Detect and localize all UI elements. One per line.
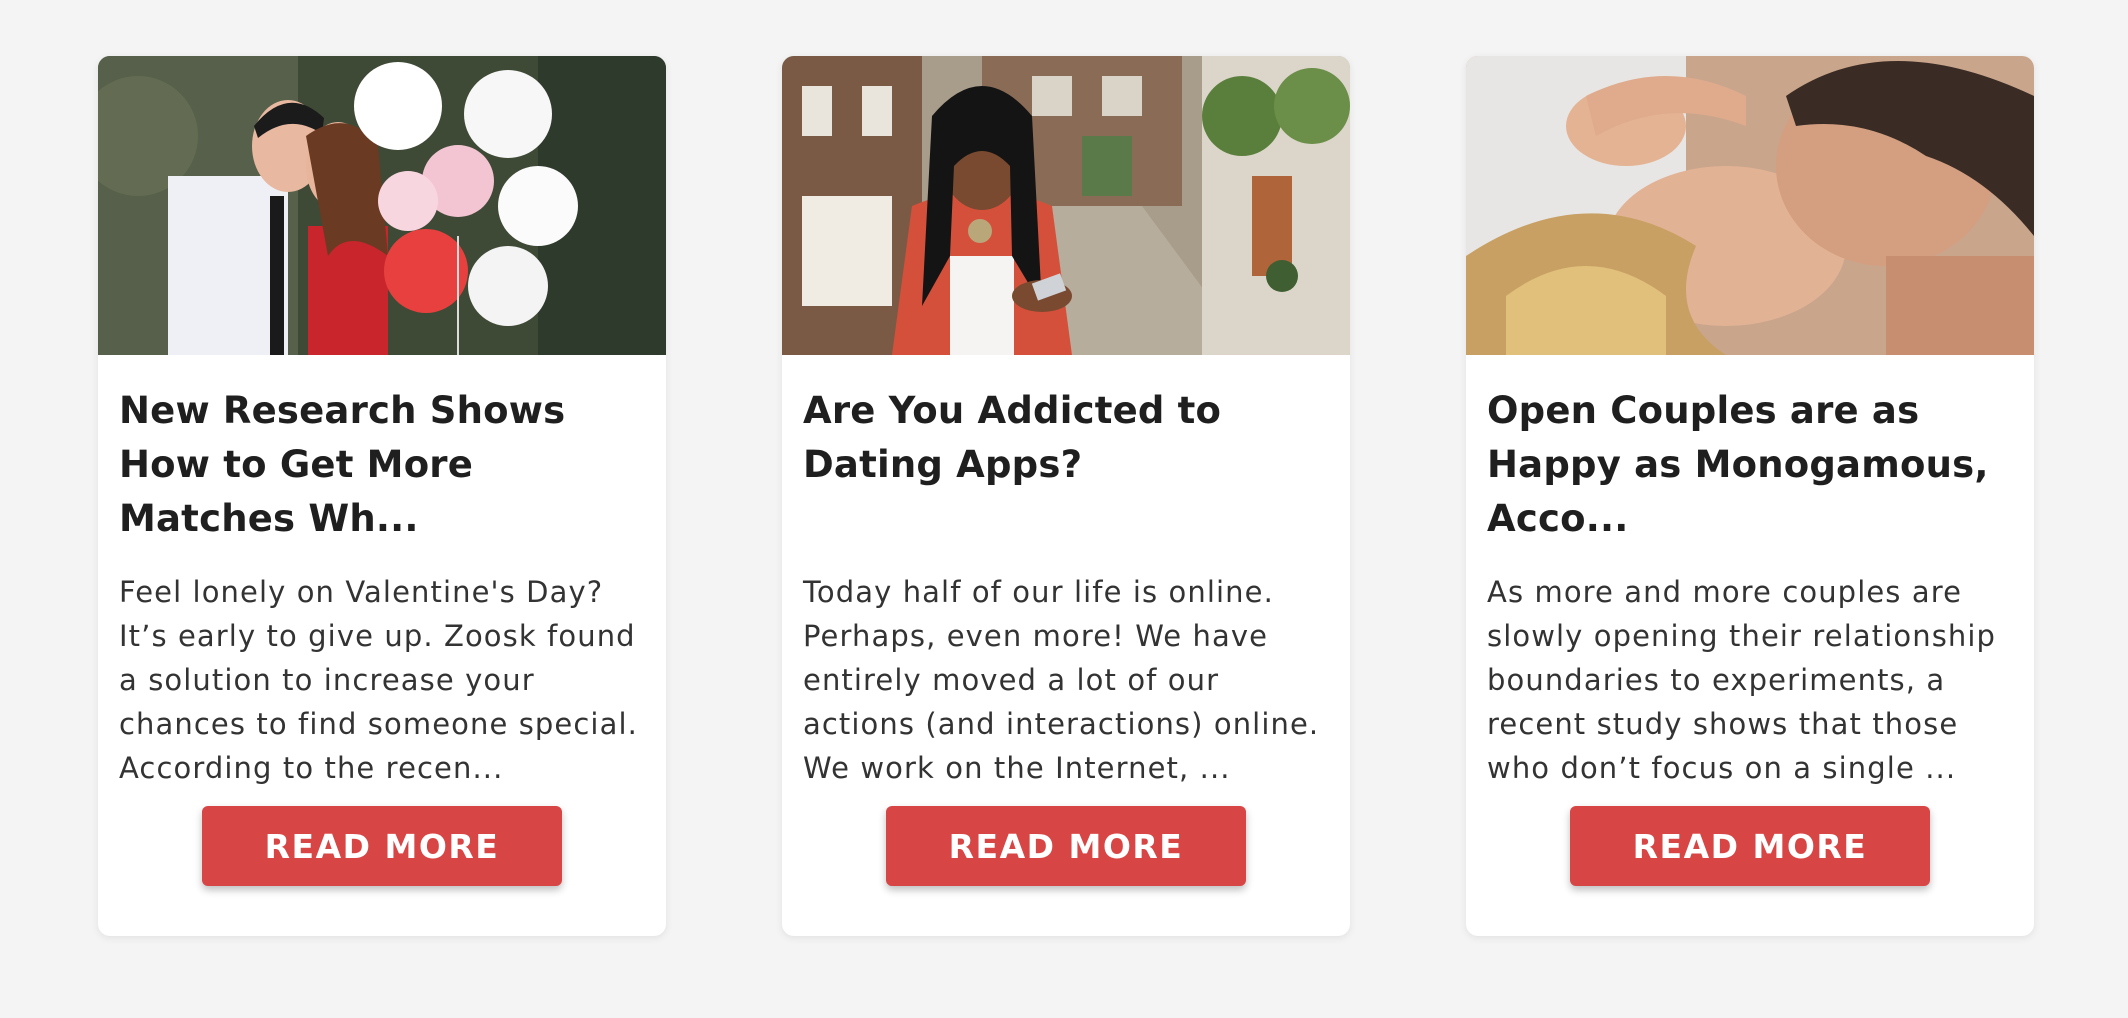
woman-with-phone-photo (782, 56, 1350, 355)
article-excerpt: Today half of our life is online. Perhap… (803, 575, 1320, 785)
article-card: New Research Shows How to Get More Match… (98, 56, 666, 936)
read-more-button[interactable]: READ MORE (202, 806, 562, 886)
read-more-button[interactable]: READ MORE (1570, 806, 1930, 886)
couple-with-balloons-photo (98, 56, 666, 355)
article-image-couple-balloons[interactable] (98, 56, 666, 355)
couple-kissing-photo (1466, 56, 2034, 355)
article-card: Are You Addicted to Dating Apps? Today h… (782, 56, 1350, 936)
article-title[interactable]: Are You Addicted to Dating Apps? (803, 384, 1333, 492)
article-image-woman-phone[interactable] (782, 56, 1350, 355)
article-title[interactable]: Open Couples are as Happy as Monogamous,… (1487, 384, 2017, 546)
article-card: Open Couples are as Happy as Monogamous,… (1466, 56, 2034, 936)
article-excerpt: Feel lonely on Valentine's Day? It’s ear… (119, 575, 638, 785)
read-more-button[interactable]: READ MORE (886, 806, 1246, 886)
article-image-couple-kissing[interactable] (1466, 56, 2034, 355)
article-card-list: New Research Shows How to Get More Match… (98, 56, 2034, 936)
article-excerpt: As more and more couples are slowly open… (1487, 575, 1997, 785)
article-title[interactable]: New Research Shows How to Get More Match… (119, 384, 649, 546)
